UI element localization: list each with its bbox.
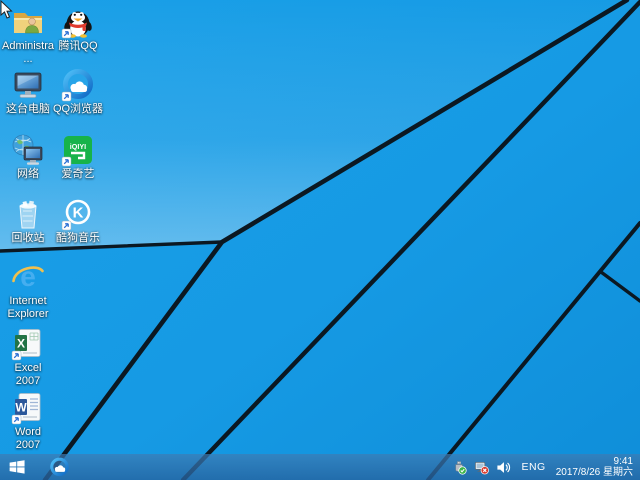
clock-date: 2017/8/26 星期六 <box>556 467 633 478</box>
iqiyi-icon: iQIYI <box>61 133 95 167</box>
qq-browser-icon <box>61 68 95 102</box>
safely-remove-hardware-icon[interactable] <box>452 460 467 475</box>
network-globe-icon <box>11 133 45 167</box>
icon-label: 酷狗音乐 <box>52 232 104 245</box>
taskbar: ENG 9:41 2017/8/26 星期六 <box>0 454 640 480</box>
icon-label: Word 2007 <box>2 426 54 452</box>
computer-icon <box>11 68 45 102</box>
desktop-icon-qq-browser[interactable]: QQ浏览器 <box>54 68 102 116</box>
kugou-music-icon: K <box>61 197 95 231</box>
desktop-icon-tencent-qq[interactable]: 腾讯QQ <box>54 5 102 53</box>
excel-icon: X <box>11 327 45 361</box>
desktop-icon-network[interactable]: 网络 <box>4 133 52 181</box>
desktop-icon-this-pc[interactable]: 这台电脑 <box>4 68 52 116</box>
word-icon: W <box>11 391 45 425</box>
windows-logo-icon <box>8 458 26 476</box>
icon-label: Internet Explorer <box>2 295 54 321</box>
clock-time: 9:41 <box>556 456 633 467</box>
internet-explorer-icon: e <box>11 260 45 294</box>
icon-label: QQ浏览器 <box>52 103 104 116</box>
volume-icon[interactable] <box>496 460 511 475</box>
language-indicator[interactable]: ENG <box>518 461 548 473</box>
icon-label: Administra... <box>2 40 54 66</box>
iqiyi-logo-text: iQIYI <box>70 142 86 151</box>
kugou-logo-text: K <box>73 205 84 222</box>
taskbar-clock[interactable]: 9:41 2017/8/26 星期六 <box>556 456 635 478</box>
desktop-icon-word-2007[interactable]: W Word 2007 <box>4 391 52 452</box>
desktop-icon-kugou-music[interactable]: K 酷狗音乐 <box>54 197 102 245</box>
desktop-icon-internet-explorer[interactable]: e Internet Explorer <box>4 260 52 321</box>
word-w-glyph: W <box>15 401 27 415</box>
qq-penguin-icon <box>61 5 95 39</box>
recycle-bin-icon <box>11 197 45 231</box>
taskbar-qq-browser-button[interactable] <box>42 454 76 480</box>
icon-label: Excel 2007 <box>2 362 54 388</box>
icon-label: 腾讯QQ <box>52 40 104 53</box>
icon-label: 爱奇艺 <box>52 168 104 181</box>
icon-label: 这台电脑 <box>2 103 54 116</box>
icon-label: 网络 <box>2 168 54 181</box>
desktop-icon-iqiyi[interactable]: iQIYI 爱奇艺 <box>54 133 102 181</box>
user-folder-icon <box>11 5 45 39</box>
desktop-icon-excel-2007[interactable]: X Excel 2007 <box>4 327 52 388</box>
excel-x-glyph: X <box>17 337 25 351</box>
qq-browser-taskbar-icon <box>49 457 70 478</box>
icon-label: 回收站 <box>2 232 54 245</box>
ie-e-glyph: e <box>20 261 36 292</box>
mouse-cursor <box>0 0 14 20</box>
system-tray: ENG 9:41 2017/8/26 星期六 <box>452 454 640 480</box>
desktop-icon-recycle-bin[interactable]: 回收站 <box>4 197 52 245</box>
network-disconnected-icon[interactable] <box>474 460 489 475</box>
start-button[interactable] <box>0 454 34 480</box>
